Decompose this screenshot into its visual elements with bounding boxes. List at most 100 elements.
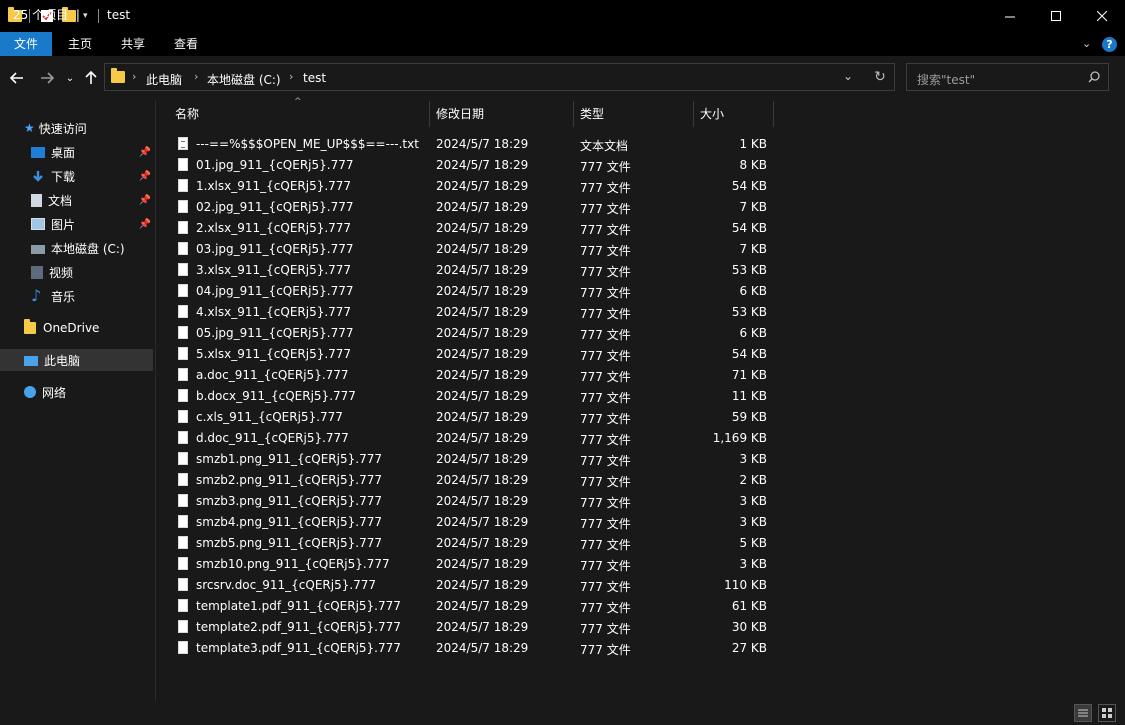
file-row[interactable]: ---==%$$$OPEN_ME_UP$$$==---.txt 2024/5/7 … bbox=[170, 134, 775, 155]
file-icon bbox=[178, 221, 188, 234]
tab-view[interactable]: 查看 bbox=[162, 32, 210, 56]
breadcrumb-separator-icon: › bbox=[194, 70, 199, 83]
refresh-icon: ↻ bbox=[874, 69, 886, 85]
search-box[interactable]: 搜索"test" bbox=[906, 63, 1109, 91]
nav-item-pictures[interactable]: 图片 📌 bbox=[0, 213, 153, 235]
file-type: 777 文件 bbox=[580, 496, 631, 510]
breadcrumb-local-disk[interactable]: 本地磁盘 (C:) bbox=[207, 71, 281, 88]
details-view-button[interactable] bbox=[1074, 704, 1092, 722]
title-separator bbox=[98, 0, 99, 32]
file-name: 03.jpg_911_{cQERj5}.777 bbox=[196, 242, 354, 256]
file-type: 777 文件 bbox=[580, 517, 631, 531]
file-size: 54 KB bbox=[731, 179, 767, 193]
file-row[interactable]: 3.xlsx_911_{cQERj5}.777 2024/5/7 18:29 777… bbox=[170, 260, 775, 281]
nav-item-local-disk[interactable]: 本地磁盘 (C:) bbox=[0, 237, 153, 259]
file-name: 4.xlsx_911_{cQERj5}.777 bbox=[196, 305, 352, 319]
file-name: srcsrv.doc_911_{cQERj5}.777 bbox=[196, 578, 377, 592]
customize-toolbar-chevron-down-icon[interactable]: ▾ bbox=[83, 0, 88, 32]
column-header-date[interactable]: 修改日期 bbox=[430, 101, 574, 127]
file-date: 2024/5/7 18:29 bbox=[436, 599, 529, 613]
file-row[interactable]: template2.pdf_911_{cQERj5}.777 2024/5/7 1… bbox=[170, 617, 775, 638]
recent-locations-chevron-icon[interactable]: ⌄ bbox=[63, 66, 77, 90]
file-row[interactable]: smzb3.png_911_{cQERj5}.777 2024/5/7 18:29… bbox=[170, 491, 775, 512]
file-row[interactable]: 1.xlsx_911_{cQERj5}.777 2024/5/7 18:29 777… bbox=[170, 176, 775, 197]
file-row[interactable]: 03.jpg_911_{cQERj5}.777 2024/5/7 18:29 777… bbox=[170, 239, 775, 260]
nav-item-desktop[interactable]: 桌面 📌 bbox=[0, 141, 153, 163]
up-button[interactable] bbox=[82, 66, 100, 90]
file-type: 777 文件 bbox=[580, 412, 631, 426]
file-row[interactable]: b.docx_911_{cQERj5}.777 2024/5/7 18:29 777… bbox=[170, 386, 775, 407]
refresh-button[interactable]: ↻ bbox=[867, 64, 893, 90]
help-icon[interactable]: ? bbox=[1102, 37, 1117, 52]
nav-network[interactable]: 网络 bbox=[0, 381, 153, 403]
file-row[interactable]: 5.xlsx_911_{cQERj5}.777 2024/5/7 18:29 777… bbox=[170, 344, 775, 365]
nav-item-label: 桌面 bbox=[51, 145, 76, 160]
pin-icon[interactable]: 📌 bbox=[139, 147, 151, 158]
column-header-size[interactable]: 大小 bbox=[694, 101, 774, 127]
file-date: 2024/5/7 18:29 bbox=[436, 515, 529, 529]
column-header-type[interactable]: 类型 bbox=[574, 101, 694, 127]
nav-item-videos[interactable]: 视频 bbox=[0, 261, 153, 283]
file-row[interactable]: template3.pdf_911_{cQERj5}.777 2024/5/7 1… bbox=[170, 638, 775, 659]
file-size: 7 KB bbox=[739, 200, 767, 214]
breadcrumb-this-pc[interactable]: 此电脑 bbox=[146, 71, 182, 88]
large-icons-view-button[interactable] bbox=[1098, 704, 1116, 722]
pin-icon[interactable]: 📌 bbox=[139, 195, 151, 206]
file-row[interactable]: smzb10.png_911_{cQERj5}.777 2024/5/7 18:2… bbox=[170, 554, 775, 575]
file-type: 777 文件 bbox=[580, 349, 631, 363]
file-row[interactable]: 4.xlsx_911_{cQERj5}.777 2024/5/7 18:29 777… bbox=[170, 302, 775, 323]
file-row[interactable]: a.doc_911_{cQERj5}.777 2024/5/7 18:29 777 … bbox=[170, 365, 775, 386]
forward-button[interactable] bbox=[36, 66, 58, 90]
file-icon bbox=[178, 641, 188, 654]
nav-this-pc[interactable]: 此电脑 bbox=[0, 349, 153, 371]
pin-icon[interactable]: 📌 bbox=[139, 171, 151, 182]
nav-item-label: 本地磁盘 (C:) bbox=[51, 241, 125, 256]
file-row[interactable]: 05.jpg_911_{cQERj5}.777 2024/5/7 18:29 777… bbox=[170, 323, 775, 344]
file-row[interactable]: smzb4.png_911_{cQERj5}.777 2024/5/7 18:29… bbox=[170, 512, 775, 533]
file-icon bbox=[178, 305, 188, 318]
onedrive-folder-icon bbox=[24, 319, 37, 334]
file-row[interactable]: c.xls_911_{cQERj5}.777 2024/5/7 18:29 777 … bbox=[170, 407, 775, 428]
file-type: 777 文件 bbox=[580, 391, 631, 405]
file-type: 777 文件 bbox=[580, 370, 631, 384]
file-row[interactable]: template1.pdf_911_{cQERj5}.777 2024/5/7 1… bbox=[170, 596, 775, 617]
file-row[interactable]: 2.xlsx_911_{cQERj5}.777 2024/5/7 18:29 777… bbox=[170, 218, 775, 239]
expand-ribbon-chevron-icon[interactable]: ⌄ bbox=[1082, 37, 1091, 50]
nav-item-documents[interactable]: 文档 📌 bbox=[0, 189, 153, 211]
back-button[interactable] bbox=[6, 66, 28, 90]
pin-icon[interactable]: 📌 bbox=[139, 219, 151, 230]
maximize-icon bbox=[1050, 10, 1061, 21]
search-input[interactable]: 搜索"test" bbox=[917, 71, 975, 88]
close-button[interactable] bbox=[1079, 0, 1125, 32]
file-row[interactable]: d.doc_911_{cQERj5}.777 2024/5/7 18:29 777 … bbox=[170, 428, 775, 449]
computer-icon bbox=[24, 355, 38, 366]
breadcrumb-test[interactable]: test bbox=[303, 71, 326, 85]
file-row[interactable]: smzb2.png_911_{cQERj5}.777 2024/5/7 18:29… bbox=[170, 470, 775, 491]
nav-item-downloads[interactable]: 下载 📌 bbox=[0, 165, 153, 187]
tab-file[interactable]: 文件 bbox=[0, 32, 52, 56]
maximize-button[interactable] bbox=[1033, 0, 1079, 32]
address-history-chevron-icon[interactable]: ⌄ bbox=[843, 69, 853, 83]
file-row[interactable]: 04.jpg_911_{cQERj5}.777 2024/5/7 18:29 777… bbox=[170, 281, 775, 302]
file-icon bbox=[178, 284, 188, 297]
file-type: 777 文件 bbox=[580, 286, 631, 300]
nav-item-music[interactable]: ♪ 音乐 bbox=[0, 285, 153, 307]
address-folder-icon bbox=[111, 68, 125, 83]
address-bar[interactable]: › 此电脑 › 本地磁盘 (C:) › test ⌄ bbox=[104, 63, 895, 91]
tab-home[interactable]: 主页 bbox=[56, 32, 104, 56]
nav-quick-access[interactable]: ★ 快速访问 bbox=[0, 117, 153, 139]
file-name: 02.jpg_911_{cQERj5}.777 bbox=[196, 200, 354, 214]
file-row[interactable]: 02.jpg_911_{cQERj5}.777 2024/5/7 18:29 777… bbox=[170, 197, 775, 218]
file-row[interactable]: smzb5.png_911_{cQERj5}.777 2024/5/7 18:29… bbox=[170, 533, 775, 554]
file-icon bbox=[178, 620, 188, 633]
file-row[interactable]: srcsrv.doc_911_{cQERj5}.777 2024/5/7 18:2… bbox=[170, 575, 775, 596]
minimize-button[interactable] bbox=[987, 0, 1033, 32]
file-type: 777 文件 bbox=[580, 559, 631, 573]
file-size: 3 KB bbox=[739, 515, 767, 529]
file-row[interactable]: smzb1.png_911_{cQERj5}.777 2024/5/7 18:29… bbox=[170, 449, 775, 470]
file-icon bbox=[178, 599, 188, 612]
nav-onedrive[interactable]: OneDrive bbox=[0, 317, 153, 339]
column-header-name[interactable]: 名称 bbox=[169, 101, 430, 127]
file-row[interactable]: 01.jpg_911_{cQERj5}.777 2024/5/7 18:29 777… bbox=[170, 155, 775, 176]
tab-share[interactable]: 共享 bbox=[109, 32, 157, 56]
